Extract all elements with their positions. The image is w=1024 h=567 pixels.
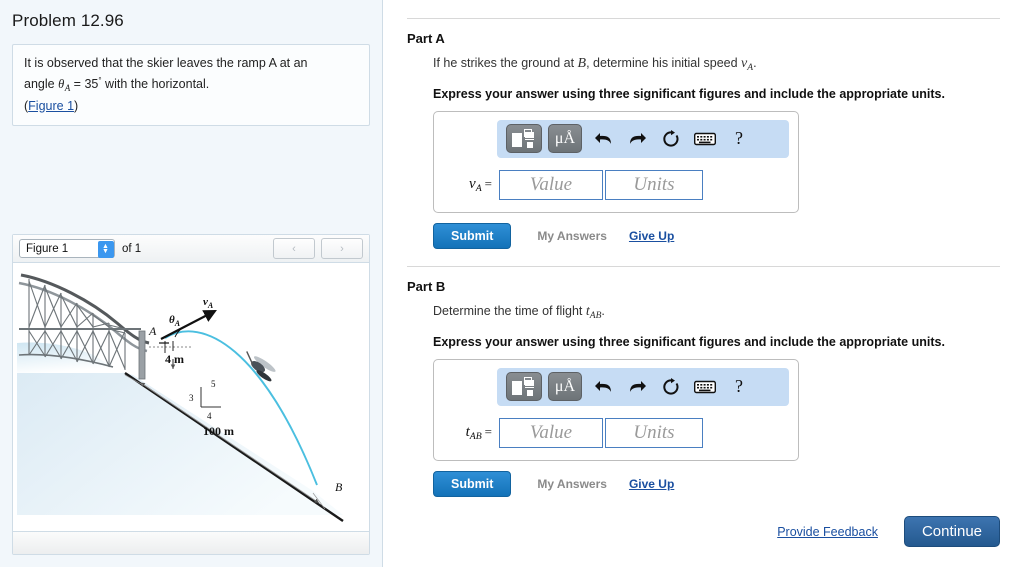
help-question-icon[interactable]: ?	[724, 128, 754, 149]
help-question-icon[interactable]: ?	[724, 376, 754, 397]
part-b-answer-label: tAB =	[465, 423, 492, 442]
part-b-input-row: tAB = Value Units	[444, 417, 788, 448]
label-height-4m: 4 m	[165, 352, 184, 366]
chevron-updown-icon[interactable]: ▲ ▼	[97, 240, 114, 258]
ski-jump-diagram: A B θA vA 4 m 3 4 5 100 m	[17, 273, 344, 522]
slope-triangle	[200, 387, 221, 408]
continue-button[interactable]: Continue	[903, 516, 1000, 547]
part-b-question-end: .	[601, 303, 605, 318]
left-panel: Problem 12.96 It is observed that the sk…	[0, 0, 383, 567]
theta-symbol: θA	[58, 77, 71, 93]
figure-toolbar: Figure 1 ▲ ▼ of 1 ‹ ›	[13, 235, 369, 263]
part-a-instruction: Express your answer using three signific…	[433, 86, 945, 101]
part-a-input-row: vA = Value Units	[444, 169, 788, 200]
figure-image[interactable]: A B θA vA 4 m 3 4 5 100 m	[13, 263, 369, 531]
part-a-value-input[interactable]: Value	[499, 169, 603, 200]
part-a-question-mid: , determine his initial speed	[586, 56, 742, 70]
label-slope-run: 4	[207, 411, 212, 421]
reset-circular-arrow-icon[interactable]	[656, 129, 686, 148]
label-velocity-va: vA	[203, 296, 214, 310]
figure-select[interactable]: Figure 1 ▲ ▼	[19, 239, 115, 258]
math-template-icon[interactable]	[506, 372, 542, 402]
part-a-question-pre: If he strikes the ground at	[433, 56, 578, 70]
figure-1-link[interactable]: Figure 1	[28, 99, 74, 113]
statement-line-2-pre: angle	[24, 77, 59, 91]
undo-arrow-icon[interactable]	[588, 378, 618, 395]
redo-arrow-icon[interactable]	[622, 130, 652, 147]
statement-line-2-end: with the horizontal.	[101, 77, 210, 91]
ramp-column	[138, 330, 146, 380]
figure-prev-button[interactable]: ‹	[273, 238, 315, 259]
part-b-title: Part B	[407, 278, 446, 294]
figure-panel: Figure 1 ▲ ▼ of 1 ‹ › A B θA vA 4 m 3 4 …	[12, 234, 370, 555]
problem-statement: It is observed that the skier leaves the…	[12, 44, 370, 126]
part-a-question-end: .	[753, 56, 757, 70]
figure-next-button[interactable]: ›	[321, 238, 363, 259]
part-a-toolbar: μÅ ?	[497, 119, 789, 158]
part-a-var-va: vA	[741, 56, 754, 73]
right-panel: Part A If he strikes the ground at B, de…	[383, 0, 1024, 567]
part-divider	[407, 265, 1000, 267]
part-b-give-up-link[interactable]: Give Up	[629, 477, 674, 491]
part-b-units-input[interactable]: Units	[605, 417, 703, 448]
redo-arrow-icon[interactable]	[622, 378, 652, 395]
part-a-title: Part A	[407, 31, 445, 46]
part-b-submit-button[interactable]: Submit	[433, 470, 512, 497]
part-b-var-tab: tAB	[585, 303, 602, 321]
units-mu-angstrom-icon[interactable]: μÅ	[548, 372, 582, 402]
page-title: Problem 12.96	[12, 11, 124, 30]
provide-feedback-link[interactable]: Provide Feedback	[777, 525, 878, 539]
part-b-body: Determine the time of flight tAB. Expres…	[407, 303, 1000, 497]
part-a-question: If he strikes the ground at B, determine…	[433, 55, 1000, 77]
label-angle-theta: θA	[169, 314, 181, 328]
part-a-give-up-link[interactable]: Give Up	[629, 229, 674, 243]
label-point-b: B	[335, 480, 343, 494]
part-b-instruction: Express your answer using three signific…	[433, 334, 945, 349]
statement-line-2: angle θA = 35° with the horizontal.	[24, 72, 358, 97]
figure-reference: (Figure 1)	[24, 97, 358, 115]
figure-footer-bar	[13, 531, 369, 554]
units-mu-angstrom-icon[interactable]: μÅ	[548, 124, 582, 154]
reset-circular-arrow-icon[interactable]	[656, 377, 686, 396]
chevron-down-glyph: ▼	[102, 248, 109, 255]
keyboard-icon[interactable]	[690, 380, 720, 394]
label-slope-hyp: 5	[211, 379, 216, 389]
figure-nav-buttons: ‹ ›	[273, 238, 363, 259]
part-a-submit-button[interactable]: Submit	[433, 222, 512, 249]
part-a-units-input[interactable]: Units	[605, 169, 703, 200]
part-b-question-pre: Determine the time of flight	[433, 303, 586, 318]
part-b-actions: Submit My Answers Give Up	[433, 470, 1000, 497]
problem-page: Problem 12.96 It is observed that the sk…	[0, 0, 1024, 567]
keyboard-icon[interactable]	[690, 132, 720, 146]
figure-select-value: Figure 1	[26, 242, 69, 255]
statement-line-1: It is observed that the skier leaves the…	[24, 56, 308, 70]
part-b-my-answers-link[interactable]: My Answers	[537, 477, 607, 491]
part-a-actions: Submit My Answers Give Up	[433, 222, 1000, 249]
top-divider	[407, 18, 1000, 19]
part-b-value-input[interactable]: Value	[499, 417, 603, 448]
part-a-var-b: B	[577, 56, 587, 71]
part-a-answer-label: vA =	[469, 175, 492, 194]
paren-close: )	[74, 98, 79, 113]
part-a-answer-box: μÅ ? vA = Value Units	[433, 110, 799, 213]
part-a-my-answers-link[interactable]: My Answers	[537, 229, 607, 243]
part-a-body: If he strikes the ground at B, determine…	[407, 55, 1000, 249]
label-distance-100m: 100 m	[203, 424, 234, 438]
part-b-toolbar: μÅ ?	[497, 367, 789, 406]
label-point-a: A	[148, 324, 157, 338]
part-b-question: Determine the time of flight tAB.	[433, 303, 1000, 325]
part-b-answer-box: μÅ ? tAB = Value Units	[433, 358, 799, 461]
page-footer: Provide Feedback Continue	[777, 516, 1000, 547]
math-template-icon[interactable]	[506, 124, 542, 154]
statement-angle-value: = 35	[70, 77, 99, 91]
undo-arrow-icon[interactable]	[588, 130, 618, 147]
figure-count-label: of 1	[122, 242, 142, 255]
label-slope-rise: 3	[189, 393, 194, 403]
